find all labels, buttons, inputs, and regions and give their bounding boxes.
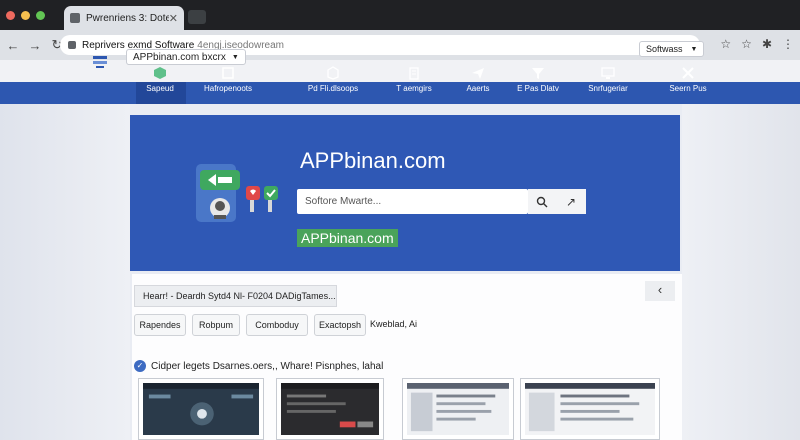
nav-label: Hafropenoots <box>203 84 253 93</box>
window-controls <box>6 11 45 20</box>
section-header: ✓ Cidper legets Dsarnes.oers,, Whare! Pi… <box>134 360 383 372</box>
minimize-window-button[interactable] <box>21 11 30 20</box>
page-margin <box>682 104 800 440</box>
nav-label: Pd Fli.dlsoops <box>307 84 359 93</box>
search-icon <box>536 196 548 207</box>
filter-button[interactable]: Exactopsh <box>314 314 366 336</box>
tab-title: Pwrenriens 3: Doters <box>86 12 169 24</box>
forward-icon[interactable]: → <box>26 38 44 53</box>
hero-subtitle: APPbinan.com <box>297 229 398 247</box>
filter-button[interactable]: Robpum <box>192 314 240 336</box>
nav-item-hafropenoots[interactable]: Hafropenoots <box>183 66 273 93</box>
box-icon <box>327 66 339 80</box>
site-select[interactable]: APPbinan.com bxcrx ▼ <box>126 49 246 65</box>
chevron-left-icon: ‹ <box>657 282 663 297</box>
hero-title: APPbinan.com <box>300 148 446 173</box>
category-select-value: Softwass <box>646 44 683 54</box>
thumbnail-image <box>143 383 259 435</box>
cube-icon <box>154 67 166 79</box>
filter-button[interactable]: Rapendes <box>134 314 186 336</box>
nav-label: Seern Pus <box>669 84 707 93</box>
page-margin <box>0 104 130 440</box>
extension-icon[interactable]: ✱ <box>762 37 772 51</box>
section-title: Cidper legets Dsarnes.oers,, Whare! Pisn… <box>151 360 384 372</box>
nav-item-seern-pus[interactable]: Seern Pus <box>643 66 733 93</box>
site-logo-icon <box>93 56 107 68</box>
screen-icon <box>601 67 615 79</box>
browser-tab[interactable]: Pwrenriens 3: Doters ✕ <box>64 6 184 30</box>
category-select[interactable]: Softwass ▼ <box>639 41 705 57</box>
menu-icon[interactable]: ⋮ <box>782 37 794 51</box>
tools-icon <box>682 67 694 79</box>
star-outline-icon[interactable]: ☆ <box>741 37 752 51</box>
maximize-window-button[interactable] <box>36 11 45 20</box>
search-button[interactable] <box>528 189 556 214</box>
nav-item-pd-fli-dlsoops[interactable]: Pd Fli.dlsoops <box>288 66 378 93</box>
site-select-value: APPbinan.com bxcrx <box>133 51 226 63</box>
funnel-icon <box>532 68 544 79</box>
thumbnail-image <box>525 383 655 435</box>
close-window-button[interactable] <box>6 11 15 20</box>
hero-banner: APPbinan.com Softore Mwarte... ↗ APPbina… <box>130 115 680 271</box>
app-mascot-icon <box>196 164 278 222</box>
check-circle-icon: ✓ <box>134 360 146 372</box>
filter-link[interactable]: Kweblad, Ai <box>370 319 417 329</box>
thumbnail-image <box>407 383 509 435</box>
star-icon[interactable]: ☆ <box>720 37 731 51</box>
share-button[interactable]: ↗ <box>556 189 586 214</box>
lock-icon <box>68 41 76 49</box>
thumbnail-image <box>281 383 379 435</box>
nav-label: Snrfugeriar <box>588 84 628 93</box>
filter-button[interactable]: Comboduy <box>246 314 308 336</box>
new-tab-button[interactable] <box>188 10 206 24</box>
stack-icon <box>222 67 234 79</box>
chevron-down-icon: ▼ <box>690 45 698 53</box>
tab-close-icon[interactable]: ✕ <box>169 12 178 25</box>
send-icon <box>472 68 484 79</box>
back-icon[interactable]: ← <box>4 38 22 53</box>
screenshot-thumbnail[interactable] <box>138 378 264 440</box>
collapse-button[interactable]: ‹ <box>645 281 675 301</box>
screenshot-thumbnail[interactable] <box>276 378 384 440</box>
tab-favicon-icon <box>70 13 80 23</box>
chevron-down-icon: ▼ <box>231 53 239 61</box>
info-bar: Hearr! - Deardh Sytd4 Nl- F0204 DADigTam… <box>134 285 337 307</box>
nav-item-snrfugeriar[interactable]: Snrfugeriar <box>563 66 653 93</box>
screenshot-thumbnail[interactable] <box>520 378 660 440</box>
share-icon: ↗ <box>565 194 577 209</box>
search-input[interactable]: Softore Mwarte... <box>297 189 528 214</box>
screenshot-thumbnail[interactable] <box>402 378 514 440</box>
building-icon <box>409 67 419 80</box>
browser-tab-bar: Pwrenriens 3: Doters ✕ <box>0 0 800 30</box>
